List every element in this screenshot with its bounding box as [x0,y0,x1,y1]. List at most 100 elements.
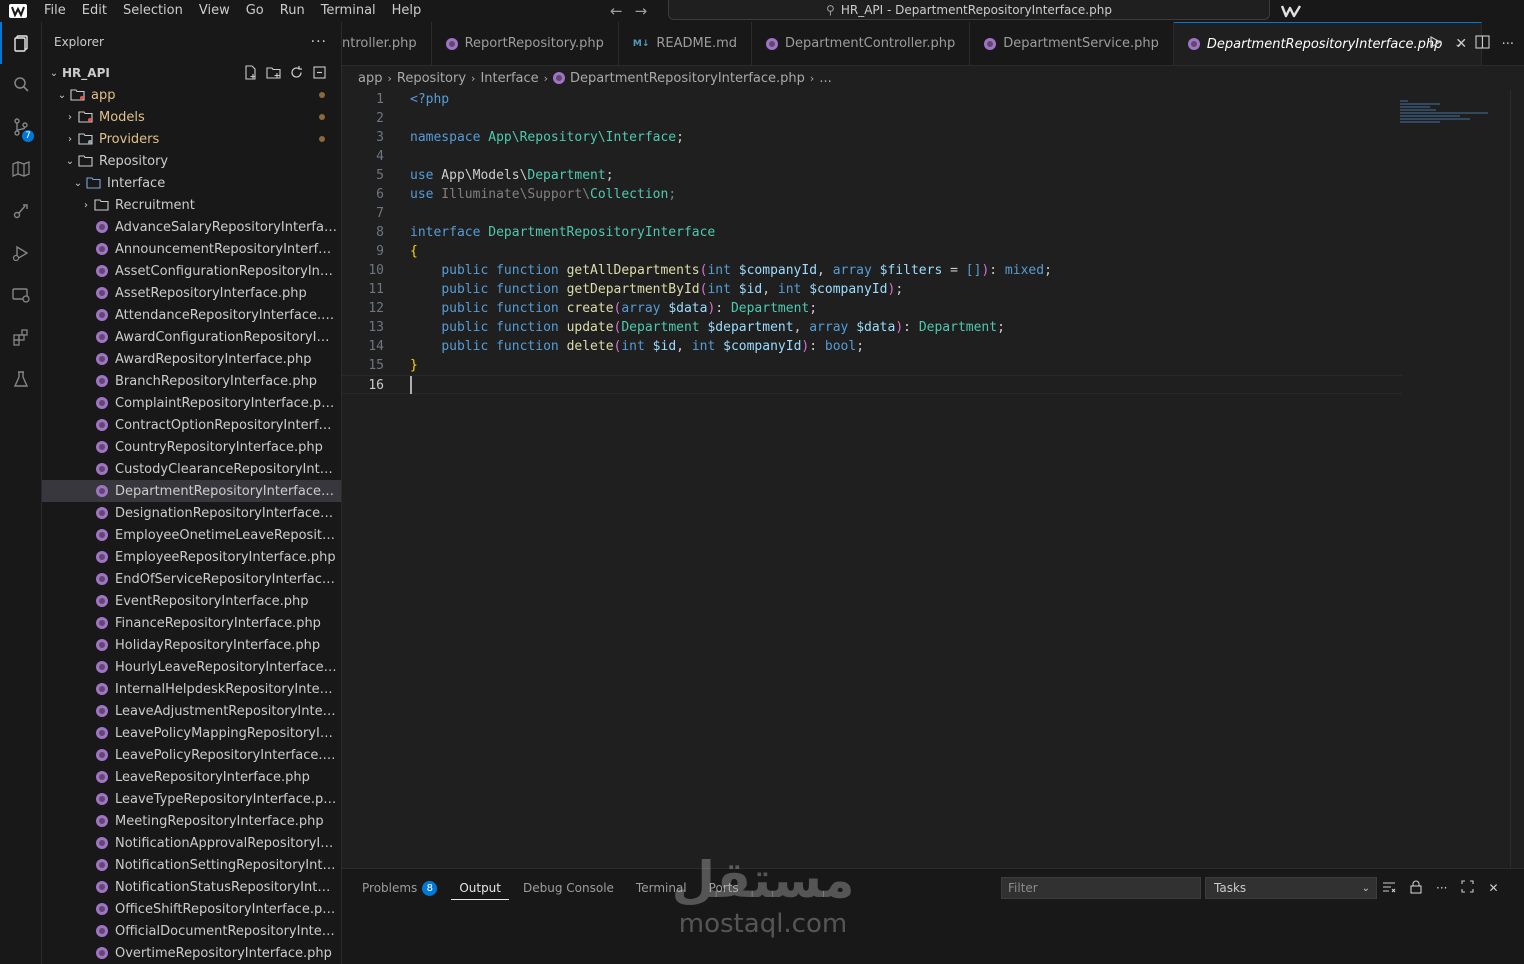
tree-file-item[interactable]: FinanceRepositoryInterface.php [42,612,341,634]
tree-file-item[interactable]: CountryRepositoryInterface.php [42,436,341,458]
source-control-icon[interactable]: 7 [0,106,42,148]
menu-selection[interactable]: Selection [115,2,191,20]
tab-department-controller[interactable]: DepartmentController.php [752,22,971,65]
interface-file-list: AdvanceSalaryRepositoryInterface.php Anno… [42,216,341,964]
forward-arrow-icon[interactable]: → [635,2,648,20]
panel-tab-ports[interactable]: Ports [701,877,747,899]
tree-file-item[interactable]: AssetRepositoryInterface.php [42,282,341,304]
editor-scrollbar[interactable] [1510,90,1524,890]
tree-file-item[interactable]: LeaveTypeRepositoryInterface.php [42,788,341,810]
search-icon[interactable] [0,64,42,106]
clear-output-icon[interactable] [1382,880,1396,897]
ai-flow-icon[interactable] [0,190,42,232]
code-editor[interactable]: 1 <?php 2 3 namespace App\Repository\Inter… [342,90,1402,394]
tree-file-item[interactable]: NotificationApprovalRepositoryInterface.… [42,832,341,854]
run-debug-icon[interactable] [0,232,42,274]
menu-go[interactable]: Go [238,2,272,20]
explorer-icon[interactable] [0,22,42,64]
collapse-all-icon[interactable] [312,65,327,80]
tree-file-item[interactable]: EmployeeRepositoryInterface.php [42,546,341,568]
tree-file-item[interactable]: ComplaintRepositoryInterface.php [42,392,341,414]
panel-tab-output[interactable]: Output [451,877,509,900]
tree-file-item[interactable]: LeaveRepositoryInterface.php [42,766,341,788]
tree-file-item[interactable]: NotificationSettingRepositoryInterface.p… [42,854,341,876]
tab-controller[interactable]: ntroller.php [342,22,432,65]
tree-file-item[interactable]: LeaveAdjustmentRepositoryInterface.php [42,700,341,722]
maximize-panel-icon[interactable] [1461,880,1475,896]
tree-file-label: EndOfServiceRepositoryInterface.php [115,571,337,587]
lock-icon[interactable] [1410,880,1422,897]
windsurf-brand-icon[interactable] [1280,2,1302,20]
panel-tab-terminal[interactable]: Terminal [628,877,695,899]
new-folder-icon[interactable] [266,65,281,80]
tree-file-item[interactable]: BranchRepositoryInterface.php [42,370,341,392]
tree-file-item[interactable]: LeavePolicyRepositoryInterface.php [42,744,341,766]
code-line: 4 [342,147,1402,166]
tree-file-item[interactable]: OfficialDocumentRepositoryInterface.php [42,920,341,942]
tree-file-item[interactable]: AdvanceSalaryRepositoryInterface.php [42,216,341,238]
tree-file-item[interactable]: HourlyLeaveRepositoryInterface.php [42,656,341,678]
map-icon[interactable] [0,148,42,190]
tree-file-item[interactable]: DesignationRepositoryInterface.php [42,502,341,524]
split-editor-icon[interactable] [1475,35,1490,53]
tree-file-item[interactable]: HolidayRepositoryInterface.php [42,634,341,656]
chevron-down-icon[interactable]: ⌄ [1454,39,1462,50]
menu-view[interactable]: View [191,2,238,20]
refresh-icon[interactable] [289,65,304,80]
breadcrumb-item[interactable]: ... [819,71,831,86]
breadcrumb-item[interactable]: Repository [397,71,466,86]
extensions-icon[interactable] [0,316,42,358]
tree-file-item[interactable]: MeetingRepositoryInterface.php [42,810,341,832]
new-file-icon[interactable] [243,65,258,80]
minimap[interactable] [1400,100,1490,140]
tree-folder-providers[interactable]: › Providers [42,128,341,150]
tree-file-item[interactable]: DepartmentRepositoryInterface.php [42,480,341,502]
panel-tab-problems[interactable]: Problems 8 [354,877,445,900]
tab-report-repository[interactable]: ReportRepository.php [432,22,619,65]
tree-file-item[interactable]: AnnouncementRepositoryInterface.php [42,238,341,260]
tree-root-hr-api[interactable]: ⌄ HR_API [42,62,341,84]
tree-file-item[interactable]: EventRepositoryInterface.php [42,590,341,612]
menu-help[interactable]: Help [384,2,430,20]
output-filter-input[interactable] [1001,877,1201,899]
tab-readme[interactable]: M↓ README.md [619,22,752,65]
tree-folder-app[interactable]: ⌄ app [42,84,341,106]
tree-folder-models[interactable]: › Models [42,106,341,128]
run-icon[interactable] [1428,35,1442,53]
command-center[interactable]: ⚲ HR_API - DepartmentRepositoryInterface… [668,0,1270,20]
tree-file-item[interactable]: AttendanceRepositoryInterface.php [42,304,341,326]
menu-terminal[interactable]: Terminal [313,2,384,20]
tree-file-label: CountryRepositoryInterface.php [115,439,323,455]
tree-file-item[interactable]: AssetConfigurationRepositoryInterface.ph… [42,260,341,282]
tree-file-item[interactable]: OvertimeRepositoryInterface.php [42,942,341,964]
explorer-more-icon[interactable]: ··· [311,34,327,50]
tree-file-item[interactable]: EndOfServiceRepositoryInterface.php [42,568,341,590]
tree-folder-repository[interactable]: ⌄ Repository [42,150,341,172]
menu-run[interactable]: Run [272,2,313,20]
close-panel-icon[interactable]: ✕ [1488,881,1498,895]
output-channel-select[interactable]: Tasks ⌄ [1205,877,1377,899]
tree-file-item[interactable]: ContractOptionRepositoryInterface.php [42,414,341,436]
tree-file-item[interactable]: CustodyClearanceRepositoryInterface.php [42,458,341,480]
tree-file-item[interactable]: InternalHelpdeskRepositoryInterface.php [42,678,341,700]
tree-file-item[interactable]: EmployeeOnetimeLeaveRepositoryInterface.… [42,524,341,546]
panel-tab-debug-console[interactable]: Debug Console [515,877,622,899]
more-actions-icon[interactable]: ··· [1436,881,1447,895]
remote-explorer-icon[interactable] [0,274,42,316]
tab-department-service[interactable]: DepartmentService.php [970,22,1174,65]
tree-file-item[interactable]: LeavePolicyMappingRepositoryInterface.ph… [42,722,341,744]
tree-folder-interface[interactable]: ⌄ Interface [42,172,341,194]
more-actions-icon[interactable]: ··· [1502,37,1514,52]
breadcrumb-item[interactable]: Interface [480,71,538,86]
menu-file[interactable]: File [36,2,74,20]
breadcrumb-item[interactable]: app [358,71,382,86]
tree-file-item[interactable]: OfficeShiftRepositoryInterface.php [42,898,341,920]
breadcrumb-item[interactable]: DepartmentRepositoryInterface.php [570,71,805,86]
tree-file-item[interactable]: AwardConfigurationRepositoryInterface.ph… [42,326,341,348]
menu-edit[interactable]: Edit [74,2,115,20]
tree-file-item[interactable]: AwardRepositoryInterface.php [42,348,341,370]
tree-folder-recruitment[interactable]: › Recruitment [42,194,341,216]
testing-flask-icon[interactable] [0,358,42,400]
tree-file-item[interactable]: NotificationStatusRepositoryInterface.ph… [42,876,341,898]
back-arrow-icon[interactable]: ← [610,2,623,20]
